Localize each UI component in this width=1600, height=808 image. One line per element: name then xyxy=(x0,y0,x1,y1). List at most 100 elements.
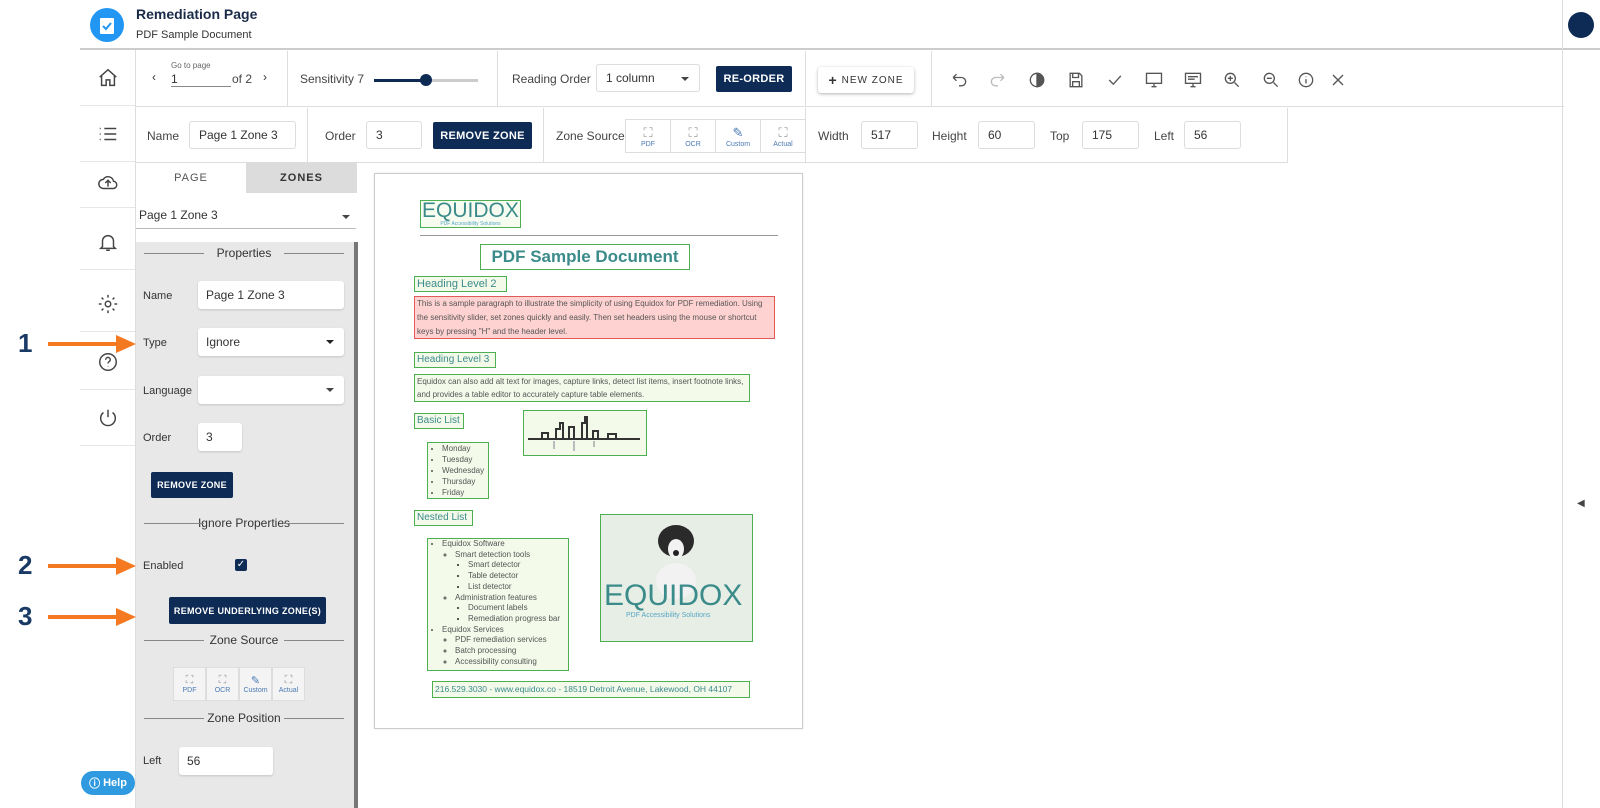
annotation-3: 3 xyxy=(18,601,33,631)
reorder-button[interactable]: RE-ORDER xyxy=(716,66,792,92)
position-left-label: Left xyxy=(143,755,162,767)
document-name: PDF Sample Document xyxy=(136,29,252,41)
zoom-out-icon[interactable] xyxy=(1261,70,1281,90)
zone-order-input[interactable]: 3 xyxy=(366,121,422,149)
width-label: Width xyxy=(818,129,849,143)
annotation-2: 2 xyxy=(18,550,33,580)
zone-heading-3[interactable]: Heading Level 3 xyxy=(414,352,496,368)
gear-icon[interactable] xyxy=(80,276,135,332)
zone-selected-paragraph[interactable]: This is a sample paragraph to illustrate… xyxy=(414,296,775,339)
zone-footer[interactable]: 216.529.3030 - www.equidox.co - 18519 De… xyxy=(432,681,750,698)
app-logo-icon xyxy=(90,8,124,42)
info-icon[interactable] xyxy=(1296,70,1316,90)
zone-basic-list[interactable]: Monday Tuesday Wednesday Thursday Friday xyxy=(427,442,489,499)
panel-source-ocr[interactable]: ⛶ OCR xyxy=(206,667,239,701)
power-icon[interactable] xyxy=(80,390,135,446)
panel-scrollbar[interactable] xyxy=(354,242,358,808)
plus-icon: + xyxy=(828,72,838,88)
order-label: Order xyxy=(143,432,172,444)
new-zone-button[interactable]: + NEW ZONE xyxy=(818,67,914,93)
contrast-icon[interactable] xyxy=(1027,70,1047,90)
language-select[interactable] xyxy=(198,376,344,404)
source-ocr-button[interactable]: ⛶ OCR xyxy=(670,119,716,153)
type-label: Type xyxy=(143,337,167,349)
zone-basic-list-title[interactable]: Basic List xyxy=(414,413,464,429)
ignore-properties-heading: Ignore Properties xyxy=(144,516,344,530)
left-input[interactable]: 56 xyxy=(1184,121,1241,149)
reading-order-group: Reading Order 1 column RE-ORDER xyxy=(498,51,806,107)
home-icon[interactable] xyxy=(80,50,135,106)
properties-panel: Properties Name Page 1 Zone 3 Type Ignor… xyxy=(136,242,356,808)
sensitivity-label: Sensitivity 7 xyxy=(300,72,365,86)
zone-name-label: Name xyxy=(147,129,180,143)
panel-source-pdf[interactable]: ⛶ PDF xyxy=(173,667,206,701)
page-count: of 2 xyxy=(232,72,253,86)
source-pdf-button[interactable]: ⛶ PDF xyxy=(625,119,671,153)
monitor-icon[interactable] xyxy=(1144,70,1164,90)
zone-source-group: Zone Source ⛶ PDF ⛶ OCR ✎ Custom ⛶ Actual xyxy=(544,108,806,163)
help-button[interactable]: ⓘ Help xyxy=(81,771,135,795)
sensitivity-group: Sensitivity 7 xyxy=(288,51,498,107)
prev-page-icon[interactable]: ‹ xyxy=(152,70,156,84)
position-left-input[interactable]: 56 xyxy=(179,747,273,775)
zone-nested-list[interactable]: Equidox Software Smart detection tools S… xyxy=(427,538,569,671)
close-icon[interactable] xyxy=(1328,70,1348,90)
left-nav xyxy=(80,50,136,808)
page-nav-group: ‹ Go to page 1 of 2 › xyxy=(136,51,288,107)
top-label: Top xyxy=(1050,129,1070,143)
zone-paragraph-2[interactable]: Equidox can also add alt text for images… xyxy=(414,374,750,402)
page-input[interactable]: 1 xyxy=(171,72,231,87)
go-to-page-label: Go to page xyxy=(171,61,211,70)
panel-source-custom[interactable]: ✎ Custom xyxy=(239,667,272,701)
source-actual-button[interactable]: ⛶ Actual xyxy=(760,119,806,153)
bell-icon[interactable] xyxy=(80,214,135,270)
cloud-upload-icon[interactable] xyxy=(80,158,135,208)
redo-icon[interactable] xyxy=(988,70,1008,90)
list-icon[interactable] xyxy=(80,106,135,162)
panel-zone-source-buttons: ⛶ PDF ⛶ OCR ✎ Custom ⛶ Actual xyxy=(173,667,307,701)
tab-zones[interactable]: ZONES xyxy=(246,163,357,193)
tab-page[interactable]: PAGE xyxy=(136,163,246,193)
zone-logo[interactable]: EQUIDOX PDF Accessibility Solutions xyxy=(420,200,521,228)
zone-dog-image[interactable]: EQUIDOX PDF Accessibility Solutions xyxy=(600,514,753,642)
reading-order-select[interactable]: 1 column xyxy=(596,64,700,92)
zone-title[interactable]: PDF Sample Document xyxy=(480,244,690,270)
enabled-label: Enabled xyxy=(143,560,184,572)
sensitivity-slider[interactable] xyxy=(374,74,478,86)
order-input[interactable]: 3 xyxy=(198,423,242,451)
save-icon[interactable] xyxy=(1066,70,1086,90)
zone-nested-list-title[interactable]: Nested List xyxy=(414,510,473,526)
pdf-page-canvas[interactable]: EQUIDOX PDF Accessibility Solutions PDF … xyxy=(374,173,803,729)
zone-select[interactable]: Page 1 Zone 3 xyxy=(136,203,356,229)
edit-icon: ✎ xyxy=(732,124,744,140)
name-input[interactable]: Page 1 Zone 3 xyxy=(198,281,344,309)
zone-position-heading: Zone Position xyxy=(144,711,344,725)
remove-underlying-zones-button[interactable]: REMOVE UNDERLYING ZONE(S) xyxy=(169,597,326,624)
panel-tabs: PAGE ZONES xyxy=(136,163,357,193)
panel-source-actual[interactable]: ⛶ Actual xyxy=(272,667,305,701)
zone-heading-2[interactable]: Heading Level 2 xyxy=(414,276,507,292)
collapse-arrow-icon[interactable]: ◀ xyxy=(1577,498,1585,509)
zone-name-input[interactable]: Page 1 Zone 3 xyxy=(189,121,296,149)
remove-zone-button[interactable]: REMOVE ZONE xyxy=(433,122,532,149)
zone-source-label: Zone Source xyxy=(556,129,625,143)
new-zone-group: + NEW ZONE xyxy=(806,51,932,107)
undo-icon[interactable] xyxy=(949,70,969,90)
annotation-1: 1 xyxy=(18,328,33,358)
check-icon[interactable] xyxy=(1105,70,1125,90)
height-input[interactable]: 60 xyxy=(978,121,1035,149)
preview-icon[interactable] xyxy=(1183,70,1203,90)
annotation-arrow-1 xyxy=(48,335,136,353)
enabled-checkbox[interactable]: ✓ xyxy=(235,559,247,571)
type-select[interactable]: Ignore xyxy=(198,328,344,356)
width-input[interactable]: 517 xyxy=(861,121,918,149)
slider-handle[interactable] xyxy=(420,74,432,86)
next-page-icon[interactable]: › xyxy=(263,70,267,84)
zoom-in-icon[interactable] xyxy=(1222,70,1242,90)
zone-skyline-image[interactable] xyxy=(523,410,647,456)
skyline-image xyxy=(528,416,640,451)
top-input[interactable]: 175 xyxy=(1082,121,1139,149)
source-custom-button[interactable]: ✎ Custom xyxy=(715,119,761,153)
panel-remove-zone-button[interactable]: REMOVE ZONE xyxy=(151,472,233,498)
properties-heading: Properties xyxy=(144,246,344,260)
